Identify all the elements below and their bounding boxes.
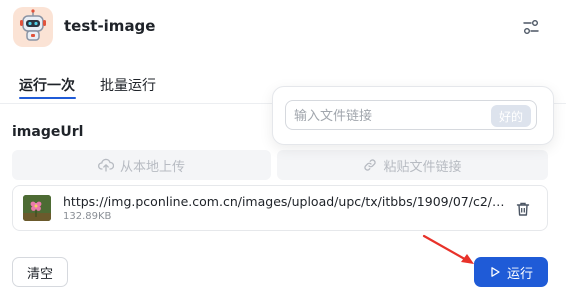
app-avatar: [13, 7, 53, 47]
paste-link-label: 粘贴文件链接: [383, 159, 462, 175]
link-input[interactable]: [294, 107, 484, 125]
upload-local-label: 从本地上传: [119, 159, 185, 175]
link-input-wrapper: 好的: [285, 100, 537, 130]
upload-local-button[interactable]: 从本地上传: [12, 150, 271, 180]
delete-file-icon[interactable]: [515, 201, 531, 217]
field-label: imageUrl: [12, 124, 84, 140]
run-button[interactable]: 运行: [474, 257, 548, 287]
cloud-upload-icon: [98, 158, 114, 172]
robot-icon: [20, 9, 46, 41]
link-input-popover: 好的: [272, 86, 554, 145]
settings-sliders-icon[interactable]: [522, 18, 540, 36]
app-title: test-image: [64, 17, 156, 35]
file-size: 132.89KB: [63, 211, 112, 222]
file-url: https://img.pconline.com.cn/images/uploa…: [63, 194, 509, 209]
active-tab-indicator: [19, 97, 76, 99]
file-item: https://img.pconline.com.cn/images/uploa…: [12, 185, 548, 231]
tab-batch-run[interactable]: 批量运行: [100, 75, 156, 95]
run-label: 运行: [506, 266, 533, 282]
annotation-arrow-icon: [422, 234, 474, 264]
play-icon: [491, 267, 500, 277]
tab-run-once[interactable]: 运行一次: [19, 75, 75, 95]
confirm-link-button[interactable]: 好的: [491, 105, 531, 127]
clear-button[interactable]: 清空: [12, 257, 68, 287]
paste-link-button[interactable]: 粘贴文件链接: [277, 150, 548, 180]
image-thumbnail: [23, 195, 51, 221]
link-icon: [364, 159, 377, 171]
